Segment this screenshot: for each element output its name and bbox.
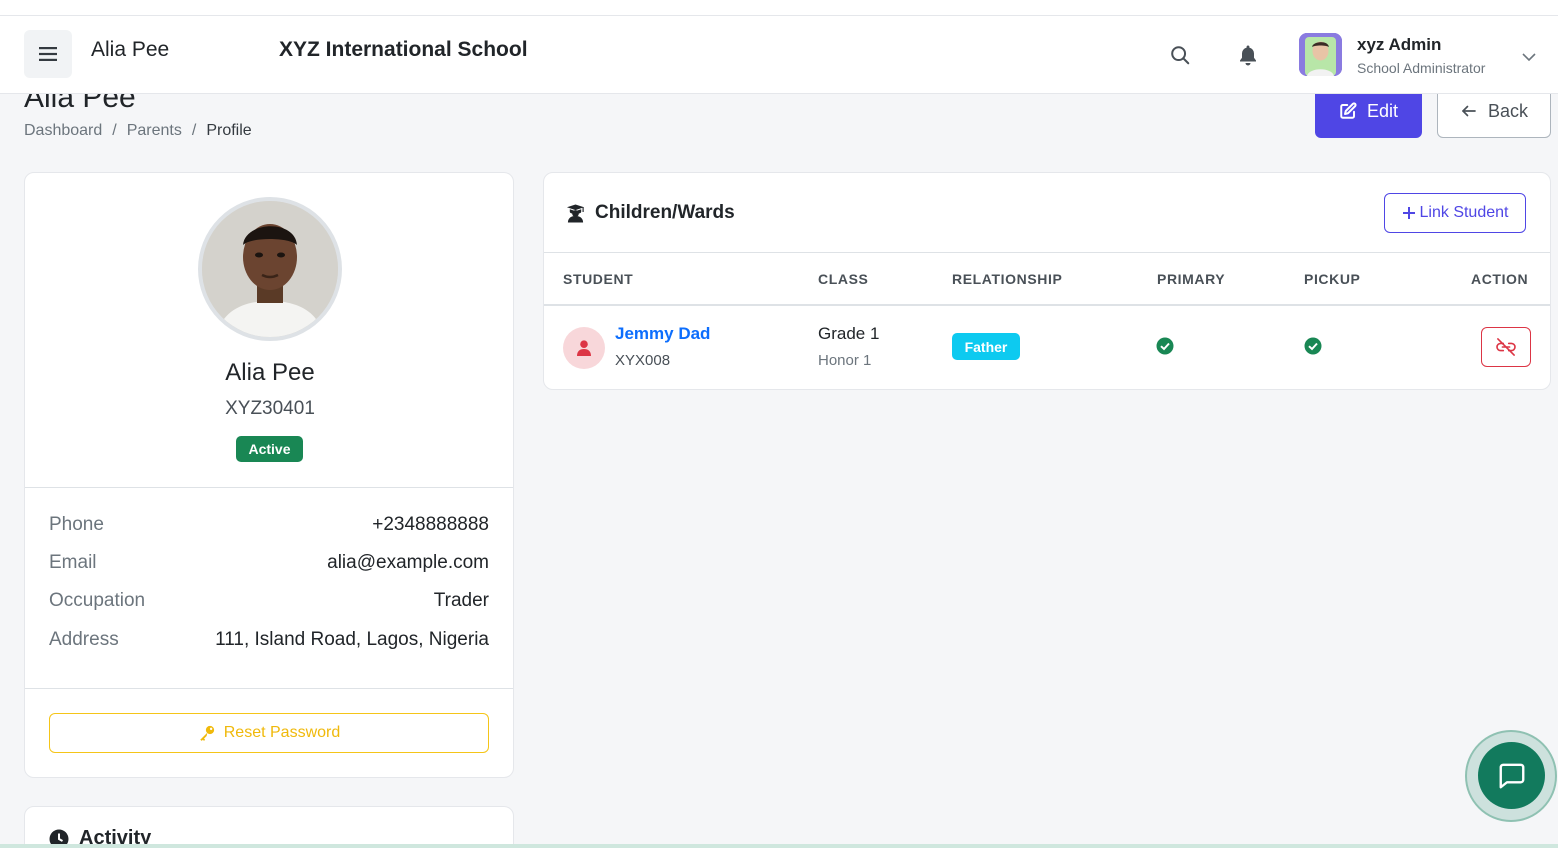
edit-label: Edit: [1366, 100, 1399, 121]
info-row-email: Email alia@example.com: [49, 552, 489, 574]
nav-user-name: Alia Pee: [91, 38, 170, 61]
search-button[interactable]: [1169, 44, 1191, 71]
link-student-label: Link Student: [1419, 204, 1509, 221]
header-relationship: RELATIONSHIP: [952, 271, 1063, 287]
breadcrumb-dashboard[interactable]: Dashboard: [24, 122, 102, 140]
occupation-label: Occupation: [49, 590, 146, 611]
notifications-button[interactable]: [1238, 44, 1258, 71]
info-row-address: Address 111, Island Road, Lagos, Nigeria: [49, 629, 489, 651]
plus-icon: [1402, 207, 1415, 219]
divider: [25, 688, 513, 689]
nav-school-name: XYZ International School: [279, 38, 528, 61]
header-class: CLASS: [818, 271, 869, 287]
header-action: ACTION: [1471, 271, 1529, 287]
divider: [25, 487, 513, 488]
divider: [544, 304, 1550, 306]
unlink-icon: [1496, 338, 1516, 356]
header-student: STUDENT: [563, 271, 634, 287]
profile-photo: [198, 197, 342, 341]
chevron-down-icon: [1522, 53, 1536, 62]
key-icon: [200, 725, 214, 741]
unlink-student-button[interactable]: [1481, 327, 1531, 367]
primary-check: [1156, 337, 1174, 360]
user-menu-toggle[interactable]: [1522, 49, 1536, 67]
top-strip: [0, 0, 1558, 16]
relationship-badge: Father: [952, 333, 1020, 360]
user-icon: [577, 340, 591, 356]
arrow-left-icon: [1462, 105, 1476, 117]
menu-toggle-button[interactable]: [24, 30, 72, 78]
bottom-border: [0, 844, 1558, 848]
phone-label: Phone: [49, 514, 104, 535]
check-circle-icon: [1156, 337, 1174, 355]
edit-icon: [1340, 102, 1357, 119]
pickup-check: [1304, 337, 1322, 360]
search-icon: [1171, 46, 1190, 65]
breadcrumb-parents[interactable]: Parents: [127, 122, 182, 140]
profile-photo-image: [202, 201, 338, 337]
occupation-value: Trader: [433, 590, 489, 611]
profile-card: Alia Pee XYZ30401 Active Phone +23488888…: [24, 172, 514, 778]
phone-value: +2348888888: [372, 514, 489, 535]
student-id: XYX008: [615, 352, 671, 369]
profile-code: XYZ30401: [225, 398, 315, 419]
check-circle-icon: [1304, 337, 1322, 355]
info-row-phone: Phone +2348888888: [49, 514, 489, 536]
menu-icon: [39, 47, 57, 61]
email-value: alia@example.com: [327, 552, 489, 573]
info-row-occupation: Occupation Trader: [49, 590, 489, 612]
breadcrumb-separator: /: [191, 122, 197, 139]
graduate-icon: [566, 204, 585, 223]
breadcrumb-separator: /: [112, 122, 117, 139]
header-pickup: PICKUP: [1304, 271, 1361, 287]
breadcrumb-profile: Profile: [206, 122, 252, 139]
chat-button[interactable]: [1478, 742, 1545, 809]
children-title-text: Children/Wards: [595, 202, 735, 223]
bell-icon: [1240, 45, 1256, 66]
children-title: Children/Wards: [566, 202, 735, 224]
admin-avatar[interactable]: [1299, 33, 1342, 76]
header-primary: PRIMARY: [1157, 271, 1226, 287]
link-student-button[interactable]: Link Student: [1384, 193, 1526, 233]
back-label: Back: [1487, 100, 1529, 121]
admin-name: xyz Admin: [1357, 35, 1442, 54]
address-value: 111, Island Road, Lagos, Nigeria: [215, 629, 489, 650]
student-class-section: Honor 1: [818, 352, 872, 369]
email-label: Email: [49, 552, 97, 573]
activity-card: Activity: [24, 806, 514, 848]
profile-name: Alia Pee: [225, 359, 315, 386]
address-label: Address: [49, 629, 119, 650]
admin-role: School Administrator: [1357, 60, 1486, 76]
student-avatar: [563, 327, 605, 369]
status-badge: Active: [236, 436, 303, 462]
children-card: Children/Wards Link Student STUDENT CLAS…: [543, 172, 1551, 390]
reset-password-button[interactable]: Reset Password: [49, 713, 489, 753]
chat-icon: [1499, 763, 1524, 788]
top-navbar: Alia Pee XYZ International School xyz Ad…: [0, 16, 1558, 94]
breadcrumb: Dashboard / Parents / Profile: [24, 122, 252, 140]
student-name-link[interactable]: Jemmy Dad: [615, 324, 710, 344]
student-class: Grade 1: [818, 324, 880, 343]
reset-password-label: Reset Password: [223, 724, 341, 741]
admin-avatar-image: [1299, 33, 1342, 76]
divider: [544, 252, 1550, 253]
